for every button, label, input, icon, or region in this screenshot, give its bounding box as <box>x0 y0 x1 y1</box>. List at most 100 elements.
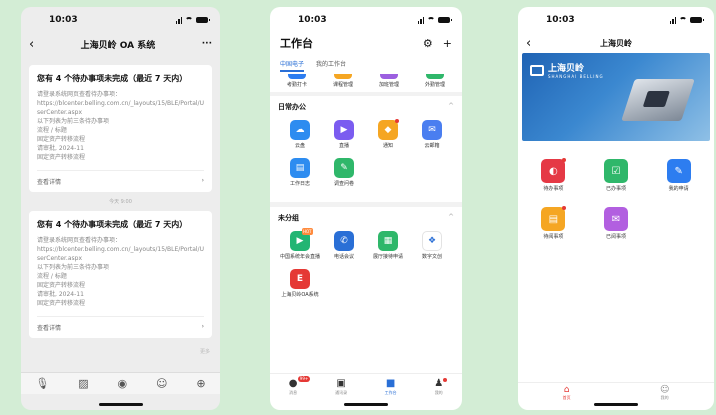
bottom-tab-bar: 99+ ● 消息 ▣ 通讯录 ■ 工作台 ♟ 我的 <box>270 373 462 399</box>
tab-china-electronics[interactable]: 中国电子 <box>280 59 305 72</box>
oa-app-grid: ◐ 待办事项 ☑ 已办事项 ✎ 我的申请 ▤ 待阅事项 ✉ 已阅事项 <box>518 141 714 255</box>
belling-logo-icon: E <box>290 269 310 289</box>
chip-image <box>621 79 695 121</box>
back-icon[interactable]: ‹ <box>526 36 531 51</box>
more-menu-label[interactable]: 更多 <box>21 344 220 359</box>
oa-nav-bar: ‹ 上海贝岭 <box>518 33 714 53</box>
view-detail-link[interactable]: 查看详情 › <box>37 316 204 334</box>
tab-messages[interactable]: 99+ ● 消息 <box>288 375 311 396</box>
contacts-icon: ▣ <box>336 377 346 389</box>
app-todo[interactable]: ◐ 待办事项 <box>522 158 585 193</box>
top-apps-row: 考勤打卡 课程管理 加班管理 外勤管理 <box>270 72 462 96</box>
application-icon: ✎ <box>666 159 691 183</box>
signal-icon <box>669 16 676 24</box>
message-card: 您有 4 个待办事项未完成（最近 7 天内） 请登录系统网页查看待办事项： ht… <box>29 65 212 192</box>
app-survey[interactable]: ✎ 调查问卷 <box>322 158 366 188</box>
app-showroom-request[interactable]: ▦ 展厅接待申请 <box>366 231 410 261</box>
message-line: 流程 / 标题 <box>37 273 67 280</box>
hot-badge: HOT <box>302 228 313 235</box>
cloud-icon: ☁ <box>290 120 310 140</box>
settings-icon[interactable]: ⚙ <box>423 37 433 50</box>
app-attendance[interactable]: 考勤打卡 <box>287 74 307 88</box>
battery-icon <box>438 17 452 23</box>
read-icon: ✉ <box>603 207 628 231</box>
battery-icon <box>690 17 704 23</box>
app-cloud-mail[interactable]: ✉ 云邮箱 <box>410 120 454 150</box>
log-icon: ▤ <box>290 158 310 178</box>
battery-icon <box>196 17 210 23</box>
tab-home[interactable]: ⌂ 首页 <box>563 385 571 401</box>
message-line: 以下列表为前三条待办事项 <box>37 264 110 271</box>
app-work-log[interactable]: ▤ 工作日志 <box>278 158 322 188</box>
app-to-read[interactable]: ▤ 待阅事项 <box>522 206 585 241</box>
done-icon: ☑ <box>603 159 628 183</box>
message-card: 您有 4 个待办事项未完成（最近 7 天内） 请登录系统网页查看待办事项： ht… <box>29 211 212 338</box>
mail-icon: ✉ <box>422 120 442 140</box>
phone-icon: ✆ <box>334 231 354 251</box>
message-line: 请登录系统网页查看待办事项： <box>37 237 122 244</box>
logo-mark-icon <box>530 64 544 76</box>
signal-icon <box>417 16 424 24</box>
oa-chat-screen: 10:03 ‹ 上海贝岭 OA 系统 ··· 您有 4 个待办事项未完成（最近 … <box>21 7 220 410</box>
app-phone-meeting[interactable]: ✆ 电话会议 <box>322 231 366 261</box>
app-course-management[interactable]: 课程管理 <box>333 74 353 88</box>
unread-badge: 99+ <box>297 375 311 382</box>
app-done[interactable]: ☑ 已办事项 <box>585 159 648 193</box>
tab-me[interactable]: ☺ 我的 <box>660 385 669 401</box>
message-line: 请审批, 2024-11 <box>37 145 84 152</box>
app-notice[interactable]: ◆ 通知 <box>366 119 410 150</box>
status-bar: 10:03 <box>270 7 462 33</box>
video-icon: ▶ <box>334 120 354 140</box>
wifi-icon <box>185 17 193 23</box>
status-time: 10:03 <box>49 15 78 25</box>
mic-icon[interactable]: 🎙 <box>35 377 49 390</box>
message-line: 固定资产转移流程 <box>37 154 86 161</box>
message-icon: ● <box>288 377 298 389</box>
app-read[interactable]: ✉ 已阅事项 <box>585 207 648 241</box>
app-digital-culture[interactable]: ❖ 数字文创 <box>410 231 454 261</box>
app-my-applications[interactable]: ✎ 我的申请 <box>647 159 710 193</box>
time-divider: 今天 9:00 <box>109 199 132 205</box>
home-icon: ⌂ <box>563 384 570 395</box>
message-link[interactable]: https://blcenter.belling.com.cn/_layouts… <box>37 99 204 117</box>
tab-my-workbench[interactable]: 我的工作台 <box>316 59 346 72</box>
message-body: 请登录系统网页查看待办事项： https://blcenter.belling.… <box>37 236 204 308</box>
app-field-management[interactable]: 外勤管理 <box>425 74 445 88</box>
camera-icon[interactable]: ◉ <box>118 377 128 390</box>
digital-culture-icon: ❖ <box>422 231 442 251</box>
status-bar: 10:03 <box>21 7 220 33</box>
app-live[interactable]: ▶ 直播 <box>322 120 366 150</box>
message-line: 固定资产转移流程 <box>37 282 86 289</box>
section-title: 日常办公 <box>278 103 306 111</box>
emoji-icon[interactable]: ☺ <box>156 377 167 390</box>
app-annual-meeting-live[interactable]: HOT ▶ 中国系统年会直播 <box>278 228 322 261</box>
view-detail-link[interactable]: 查看详情 › <box>37 170 204 188</box>
todo-icon: ◐ <box>541 159 566 183</box>
status-bar: 10:03 <box>518 7 714 33</box>
app-belling-oa[interactable]: E 上海贝岭OA系统 <box>278 269 322 299</box>
message-title: 您有 4 个待办事项未完成（最近 7 天内） <box>37 220 188 229</box>
tab-workbench[interactable]: ■ 工作台 <box>385 378 397 396</box>
collapse-icon[interactable]: ^ <box>448 102 454 112</box>
workbench-screen: 10:03 工作台 ⚙ + 中国电子 我的工作台 考勤打卡 课程管理 加班管理 外… <box>270 7 462 410</box>
home-indicator <box>344 403 388 406</box>
tab-contacts[interactable]: ▣ 通讯录 <box>335 378 347 396</box>
building-icon: ▦ <box>378 231 398 251</box>
chat-input-bar: 🎙 ▨ ◉ ☺ ⊕ <box>21 372 220 394</box>
notification-dot <box>443 377 448 382</box>
workbench-tabs: 中国电子 我的工作台 <box>270 53 462 72</box>
image-icon[interactable]: ▨ <box>78 377 88 390</box>
plus-icon[interactable]: ⊕ <box>196 377 205 390</box>
person-icon: ☺ <box>659 384 670 395</box>
tab-me[interactable]: ♟ 我的 <box>434 377 448 396</box>
collapse-icon[interactable]: ^ <box>448 213 454 223</box>
back-icon[interactable]: ‹ <box>29 37 34 52</box>
app-overtime-management[interactable]: 加班管理 <box>379 74 399 88</box>
message-line: 以下列表为前三条待办事项 <box>37 118 110 125</box>
more-icon[interactable]: ··· <box>202 39 212 49</box>
signal-icon <box>175 16 182 24</box>
app-cloud-drive[interactable]: ☁ 云盘 <box>278 120 322 150</box>
message-link[interactable]: https://blcenter.belling.com.cn/_layouts… <box>37 245 204 263</box>
chevron-right-icon: › <box>201 177 204 184</box>
add-icon[interactable]: + <box>443 37 452 50</box>
